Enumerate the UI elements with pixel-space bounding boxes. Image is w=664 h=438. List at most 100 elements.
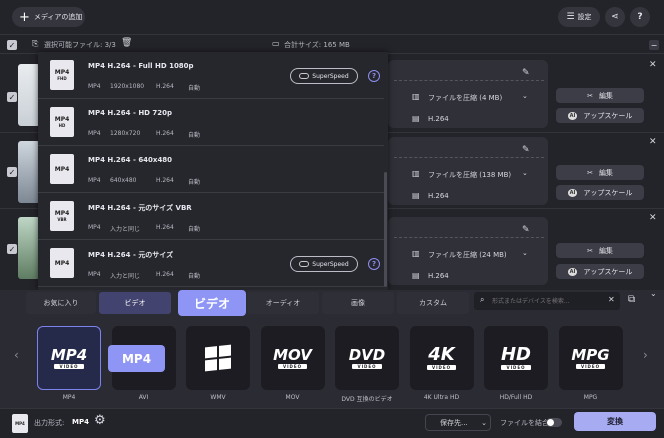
help-button[interactable]: ?: [630, 7, 650, 27]
callout-mp4-text: MP4: [121, 351, 152, 366]
file-checkbox[interactable]: ✓: [7, 244, 17, 254]
format-tile-mp4[interactable]: MP4 VIDEO: [37, 326, 101, 390]
toggle-icon: [299, 261, 310, 267]
preset-row[interactable]: MP4 VBR MP4 H.264 - 元のサイズ VBR MP4 入力と同じ …: [38, 193, 384, 240]
file-checkbox[interactable]: ✓: [7, 92, 17, 102]
edit-button[interactable]: ✂ 編集: [556, 243, 644, 258]
trash-icon[interactable]: 🗑: [121, 38, 132, 48]
preset-codec: H.264: [156, 177, 174, 184]
format-search-input[interactable]: [492, 295, 602, 307]
edit-button[interactable]: ✂ 編集: [556, 88, 644, 103]
format-tile-hd-full-hd[interactable]: HD VIDEO: [484, 326, 548, 390]
upscale-button[interactable]: AI アップスケール: [556, 108, 644, 123]
format-logo: MP4: [50, 345, 88, 364]
help-icon[interactable]: ?: [368, 70, 380, 82]
output-settings-card: ✎ ▥ ファイルを圧縮 (138 MB) ⌄ ▤ H.264: [388, 137, 548, 205]
tab-audio[interactable]: オーディオ: [247, 292, 319, 314]
ai-icon: AI: [567, 267, 578, 276]
dropdown-scrollbar[interactable]: [384, 172, 387, 287]
format-logo-sub: VIDEO: [352, 363, 382, 369]
preset-row[interactable]: MP4 MP4 H.264 - 元のサイズ MP4 入力と同じ H.264 自動…: [38, 240, 384, 287]
edit-label: 編集: [598, 91, 613, 100]
file-icon-fmt: MP4: [54, 69, 70, 76]
chevron-down-icon[interactable]: ⌄: [522, 249, 528, 257]
clear-search-icon[interactable]: ✕: [608, 295, 615, 304]
file-icon-sub: HD: [58, 123, 66, 128]
preset-audio: 自動: [188, 273, 201, 280]
files-icon: ⎘: [32, 39, 39, 48]
collapse-panel-icon[interactable]: ⌄: [650, 289, 657, 298]
close-icon[interactable]: ✕: [649, 213, 657, 223]
chevron-down-icon[interactable]: ⌄: [522, 169, 528, 177]
upscale-button[interactable]: AI アップスケール: [556, 185, 644, 200]
format-caption: DVD 互換のビデオ: [341, 396, 393, 403]
edit-name-icon[interactable]: ✎: [522, 68, 530, 78]
file-icon-fmt: MP4: [54, 259, 70, 267]
format-tile-4k-ultra-hd[interactable]: 4K VIDEO: [409, 326, 474, 390]
file-icon-fmt: MP4: [54, 165, 70, 173]
video-thumbnail: [18, 64, 40, 126]
divider: [394, 80, 544, 81]
share-icon: ⋖: [611, 12, 619, 22]
collapse-all-icon[interactable]: −: [649, 40, 659, 50]
format-search[interactable]: ⌕ ✕: [474, 292, 620, 310]
preset-row[interactable]: MP4 MP4 H.264 - 640x480 MP4 640x480 H.26…: [38, 146, 384, 193]
upscale-label: アップスケール: [583, 111, 633, 120]
compress-label[interactable]: ファイルを圧縮 (138 MB): [428, 170, 511, 180]
selected-count: 選択可能ファイル: 3/3: [44, 41, 116, 49]
format-settings-icon[interactable]: ⚙: [94, 413, 106, 428]
convert-button[interactable]: 変換: [574, 412, 656, 431]
preset-row[interactable]: MP4 HD MP4 H.264 - HD 720p MP4 1280x720 …: [38, 99, 384, 146]
edit-name-icon[interactable]: ✎: [522, 145, 530, 155]
compress-label[interactable]: ファイルを圧縮 (24 MB): [428, 250, 507, 260]
tab-favorites[interactable]: お気に入り: [26, 292, 96, 314]
preset-codec: H.264: [156, 130, 174, 137]
compress-label[interactable]: ファイルを圧縮 (4 MB): [428, 93, 502, 103]
format-tile-mov[interactable]: MOV VIDEO: [260, 326, 325, 390]
ai-icon: AI: [567, 111, 578, 120]
ai-icon: AI: [567, 188, 578, 197]
format-tile-dvd-[interactable]: DVD VIDEO: [335, 326, 399, 390]
preset-audio: 自動: [188, 226, 201, 233]
upscale-label: アップスケール: [583, 188, 633, 197]
merge-toggle[interactable]: [546, 418, 562, 427]
select-all-checkbox[interactable]: ✓: [7, 40, 17, 50]
preset-audio: 自動: [188, 85, 201, 92]
format-logo: MPG: [571, 345, 610, 364]
superspeed-button[interactable]: SuperSpeed: [290, 256, 358, 272]
preset-row[interactable]: MP4 FHD MP4 H.264 - Full HD 1080p MP4 19…: [38, 52, 384, 99]
scroll-right-icon[interactable]: ›: [643, 348, 648, 362]
add-preset-icon[interactable]: ⧉: [628, 294, 635, 305]
edit-name-icon[interactable]: ✎: [522, 225, 530, 235]
scroll-left-icon[interactable]: ‹: [14, 348, 19, 362]
mp4-file-icon: MP4: [50, 154, 74, 184]
help-icon[interactable]: ?: [368, 258, 380, 270]
format-tile-mpg[interactable]: MPG VIDEO: [558, 326, 623, 390]
add-media-button[interactable]: + メディアの追加: [12, 7, 85, 27]
tab-label: ビデオ: [124, 299, 146, 307]
video-thumbnail: [18, 217, 40, 279]
video-thumbnail: [18, 141, 40, 203]
toggle-knob: [547, 419, 554, 426]
edit-button[interactable]: ✂ 編集: [556, 165, 644, 180]
format-caption: 4K Ultra HD: [423, 394, 460, 401]
share-button[interactable]: ⋖: [605, 7, 625, 27]
preset-resolution: 1280x720: [110, 130, 141, 137]
format-tile-wmv[interactable]: [186, 326, 250, 390]
add-media-label: メディアの追加: [33, 13, 83, 21]
save-to-label: 保存先...: [440, 418, 468, 427]
save-to-dropdown[interactable]: 保存先... ⌄: [425, 414, 491, 431]
tab-image[interactable]: 画像: [322, 292, 394, 314]
close-icon[interactable]: ✕: [649, 60, 657, 70]
tab-custom[interactable]: カスタム: [397, 292, 469, 314]
file-checkbox[interactable]: ✓: [7, 167, 17, 177]
settings-button[interactable]: ☰ 設定: [558, 7, 600, 27]
superspeed-button[interactable]: SuperSpeed: [290, 68, 358, 84]
chevron-down-icon[interactable]: ⌄: [522, 92, 528, 100]
preset-title: MP4 H.264 - 元のサイズ: [88, 251, 174, 259]
tab-video[interactable]: ビデオ: [99, 292, 171, 314]
format-logo: MOV: [273, 345, 312, 364]
callout-video-text: ビデオ: [193, 296, 230, 311]
close-icon[interactable]: ✕: [649, 137, 657, 147]
upscale-button[interactable]: AI アップスケール: [556, 264, 644, 279]
